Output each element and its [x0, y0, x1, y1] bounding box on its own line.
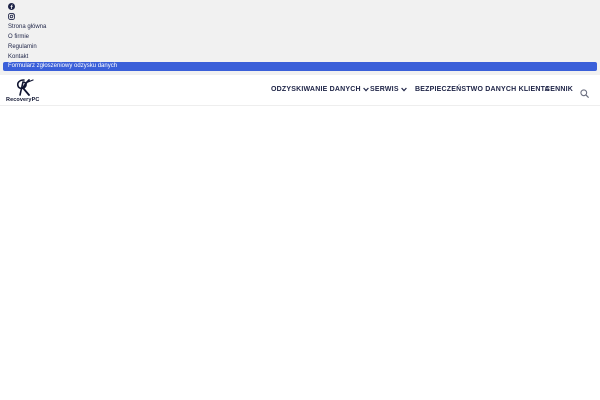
logo-mark-icon	[16, 79, 34, 96]
top-link-label: O firmie	[8, 34, 29, 40]
nav-item-label: CENNIK	[545, 86, 574, 93]
nav-item-bezpieczenstwo[interactable]: BEZPIECZEŃSTWO DANYCH KLIENTA	[415, 75, 550, 105]
top-link-label: Strona główna	[8, 24, 47, 30]
top-menu: Strona główna O firmie Regulamin Kontakt…	[0, 22, 600, 71]
top-link-label: Kontakt	[8, 54, 29, 60]
top-link-formularz[interactable]: Formularz zgłoszeniowy odzysku danych	[3, 62, 597, 71]
top-bar: Strona główna O firmie Regulamin Kontakt…	[0, 0, 600, 75]
nav-item-odzyskiwanie-danych[interactable]: ODZYSKIWANIE DANYCH	[271, 75, 369, 105]
instagram-icon[interactable]	[8, 13, 15, 20]
top-link-strona-glowna[interactable]: Strona główna	[0, 22, 600, 32]
nav-item-label: ODZYSKIWANIE DANYCH	[271, 86, 361, 93]
facebook-icon[interactable]	[8, 3, 15, 10]
nav-item-label: SERWIS	[370, 86, 399, 93]
top-link-o-firmie[interactable]: O firmie	[0, 32, 600, 42]
nav-item-cennik[interactable]: CENNIK	[545, 75, 573, 105]
top-link-label: Regulamin	[8, 44, 37, 50]
search-icon[interactable]	[580, 85, 589, 103]
nav-item-label: BEZPIECZEŃSTWO DANYCH KLIENTA	[415, 86, 550, 93]
top-link-kontakt[interactable]: Kontakt	[0, 52, 600, 62]
top-link-label: Formularz zgłoszeniowy odzysku danych	[8, 63, 118, 69]
logo[interactable]: RecoveryPC	[6, 79, 42, 103]
site-header: RecoveryPC ODZYSKIWANIE DANYCH SERWIS BE…	[0, 75, 600, 106]
logo-text: RecoveryPC	[6, 97, 40, 103]
nav-item-serwis[interactable]: SERWIS	[370, 75, 407, 105]
chevron-down-icon	[362, 87, 369, 92]
top-link-regulamin[interactable]: Regulamin	[0, 42, 600, 52]
chevron-down-icon	[400, 87, 407, 92]
